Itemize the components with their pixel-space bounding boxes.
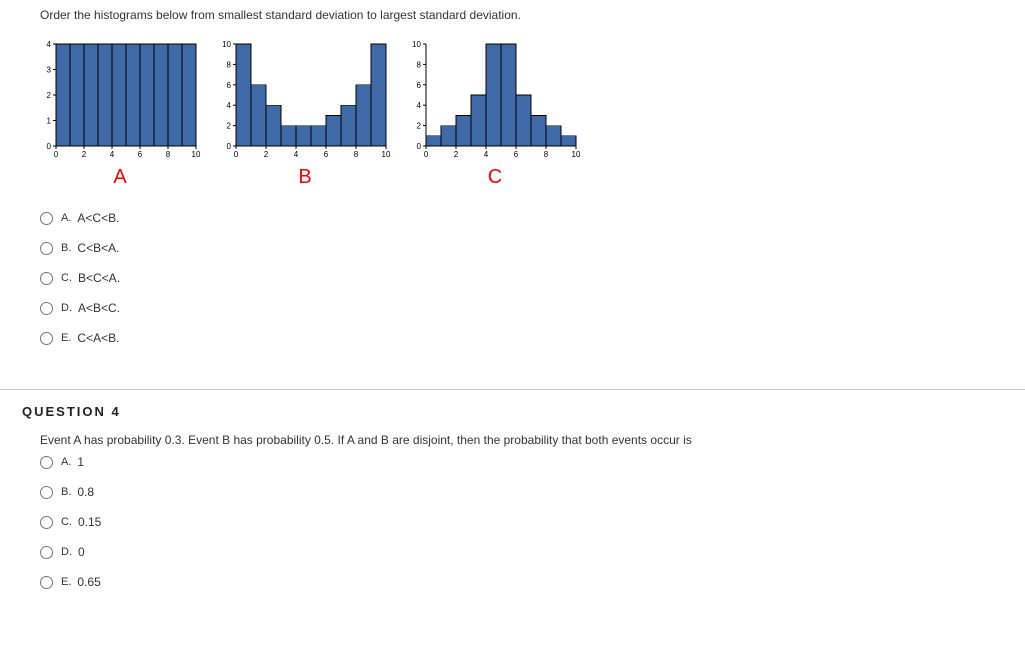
q4-option-d[interactable]: D. 0 [40,545,985,559]
svg-text:8: 8 [354,150,359,159]
q3-option-e[interactable]: E. C<A<B. [40,331,985,345]
q4-text-e: 0.65 [77,575,100,589]
q3-text-a: A<C<B. [77,211,119,225]
chart-label-b: B [220,166,390,189]
q4-option-a[interactable]: A. 1 [40,455,985,469]
histogram-a: 0 1 2 3 4 0 2 4 6 8 10 [40,40,200,160]
svg-text:6: 6 [138,150,143,159]
q4-header: QUESTION 4 [0,389,1025,429]
q4-option-c[interactable]: C. 0.15 [40,515,985,529]
histogram-b: 0 2 4 6 8 10 0 2 4 6 8 10 [220,40,390,160]
q4-radio-d[interactable] [40,546,53,559]
q3-option-a[interactable]: A. A<C<B. [40,211,985,225]
svg-text:0: 0 [424,150,429,159]
svg-text:4: 4 [484,150,489,159]
q3-letter-a: A. [61,212,71,224]
q3-radio-b[interactable] [40,242,53,255]
svg-text:8: 8 [166,150,171,159]
svg-text:0: 0 [227,142,232,151]
q3-text-c: B<C<A. [78,271,120,285]
q3-radio-d[interactable] [40,302,53,315]
svg-text:10: 10 [412,40,421,49]
q4-letter-b: B. [61,486,71,498]
q3-text-d: A<B<C. [78,301,120,315]
svg-text:8: 8 [227,60,232,69]
q4-text-c: 0.15 [78,515,101,529]
svg-text:4: 4 [417,101,422,110]
svg-text:10: 10 [572,150,580,159]
chart-label-a: A [40,166,200,189]
q3-letter-c: C. [61,272,72,284]
q4-radio-a[interactable] [40,456,53,469]
svg-text:6: 6 [514,150,519,159]
svg-text:0: 0 [54,150,59,159]
q3-letter-e: E. [61,332,71,344]
q4-options: A. 1 B. 0.8 C. 0.15 D. 0 E. 0.65 [40,455,985,589]
q4-radio-b[interactable] [40,486,53,499]
chart-label-c: C [410,166,580,189]
q3-option-d[interactable]: D. A<B<C. [40,301,985,315]
svg-text:8: 8 [544,150,549,159]
svg-text:2: 2 [454,150,459,159]
svg-text:6: 6 [227,81,232,90]
svg-text:3: 3 [47,66,52,75]
q3-options: A. A<C<B. B. C<B<A. C. B<C<A. D. A<B<C. … [40,211,985,345]
q3-letter-b: B. [61,242,71,254]
q4-option-b[interactable]: B. 0.8 [40,485,985,499]
q3-prompt: Order the histograms below from smallest… [40,8,985,22]
svg-text:0: 0 [47,142,52,151]
svg-text:10: 10 [222,40,231,49]
q4-text-b: 0.8 [77,485,94,499]
q4-radio-c[interactable] [40,516,53,529]
svg-text:0: 0 [234,150,239,159]
q3-option-b[interactable]: B. C<B<A. [40,241,985,255]
svg-text:2: 2 [47,91,52,100]
q3-option-c[interactable]: C. B<C<A. [40,271,985,285]
q4-option-e[interactable]: E. 0.65 [40,575,985,589]
svg-text:4: 4 [294,150,299,159]
q3-radio-e[interactable] [40,332,53,345]
svg-text:6: 6 [417,81,422,90]
svg-text:4: 4 [47,40,52,49]
q4-text-a: 1 [77,455,84,469]
q4-radio-e[interactable] [40,576,53,589]
q3-text-b: C<B<A. [77,241,119,255]
svg-text:1: 1 [47,117,52,126]
svg-text:2: 2 [82,150,87,159]
q4-text-d: 0 [78,545,85,559]
svg-text:10: 10 [192,150,200,159]
q4-prompt: Event A has probability 0.3. Event B has… [40,433,985,447]
svg-text:2: 2 [227,122,232,131]
svg-text:2: 2 [417,122,422,131]
histogram-c: 0 2 4 6 8 10 0 2 4 6 8 10 [410,40,580,160]
svg-text:8: 8 [417,60,422,69]
q3-text-e: C<A<B. [77,331,119,345]
svg-text:4: 4 [110,150,115,159]
svg-text:2: 2 [264,150,269,159]
svg-text:10: 10 [382,150,390,159]
q4-letter-c: C. [61,516,72,528]
svg-text:0: 0 [417,142,422,151]
q3-radio-a[interactable] [40,212,53,225]
q4-letter-e: E. [61,576,71,588]
svg-text:6: 6 [324,150,329,159]
q3-letter-d: D. [61,302,72,314]
charts-row: 012340246810 A 02468100246810 B 02468100… [40,40,985,197]
svg-text:4: 4 [227,101,232,110]
q4-letter-d: D. [61,546,72,558]
q4-letter-a: A. [61,456,71,468]
q3-radio-c[interactable] [40,272,53,285]
